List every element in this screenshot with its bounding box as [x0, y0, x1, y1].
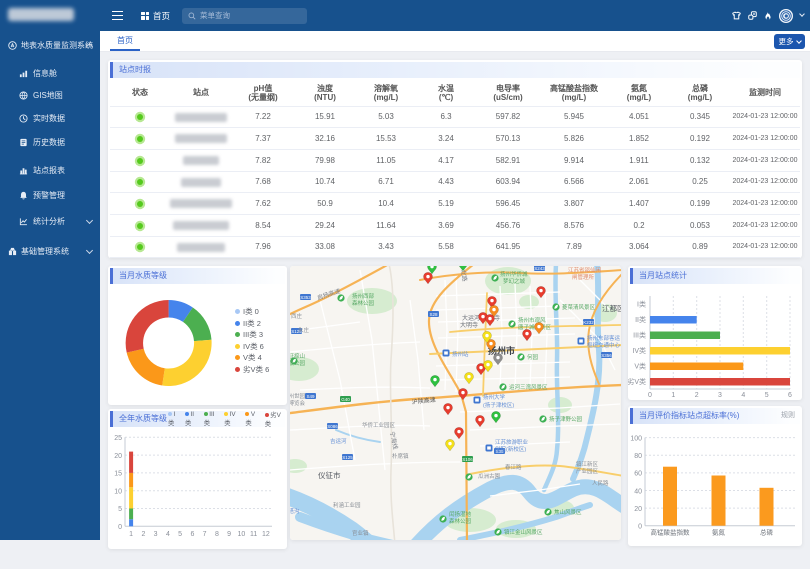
svg-text:8: 8 — [215, 531, 219, 538]
svg-text:仪征捺山: 仪征捺山 — [290, 352, 305, 360]
svg-text:扬州站: 扬州站 — [452, 350, 469, 358]
svg-text:瓜洲古園: 瓜洲古園 — [478, 472, 501, 480]
svg-text:S086: S086 — [327, 424, 338, 429]
svg-text:(扬子津校区): (扬子津校区) — [483, 401, 514, 409]
svg-text:江苏旅游职业: 江苏旅游职业 — [495, 438, 529, 446]
svg-text:5: 5 — [178, 531, 182, 538]
svg-text:扬州西部: 扬州西部 — [352, 292, 375, 300]
svg-text:镇江新区: 镇江新区 — [576, 460, 599, 468]
svg-text:学院(新校区): 学院(新校区) — [495, 445, 526, 453]
svg-text:吉运河: 吉运河 — [330, 437, 347, 445]
svg-text:6: 6 — [190, 531, 194, 538]
svg-text:20: 20 — [114, 453, 122, 460]
svg-text:华侨工业园区: 华侨工业园区 — [362, 421, 396, 429]
svg-text:7: 7 — [203, 531, 207, 538]
svg-text:春江路: 春江路 — [505, 463, 522, 471]
svg-text:5: 5 — [765, 392, 769, 399]
svg-text:40: 40 — [634, 488, 642, 495]
svg-text:3: 3 — [718, 392, 722, 399]
svg-text:枢纽交通中心: 枢纽交通中心 — [587, 341, 621, 349]
svg-text:25: 25 — [114, 435, 122, 442]
svg-text:3: 3 — [154, 531, 158, 538]
svg-text:4: 4 — [741, 392, 745, 399]
svg-text:菱菜清风景区: 菱菜清风景区 — [562, 303, 596, 311]
svg-text:西庄: 西庄 — [291, 312, 303, 320]
svg-text:S106: S106 — [462, 457, 473, 462]
svg-text:朱庄: 朱庄 — [298, 326, 310, 334]
svg-text:4: 4 — [166, 531, 170, 538]
svg-text:扬州世园: 扬州世园 — [290, 392, 306, 400]
svg-text:江都区: 江都区 — [602, 304, 621, 313]
svg-text:S49: S49 — [306, 394, 315, 399]
svg-text:何园: 何园 — [527, 353, 539, 361]
svg-text:地景公园: 地景公园 — [290, 359, 306, 367]
svg-text:11: 11 — [250, 531, 257, 538]
svg-text:6: 6 — [788, 392, 792, 399]
svg-text:20: 20 — [634, 506, 642, 513]
svg-text:人民路: 人民路 — [592, 479, 609, 487]
svg-text:艺博览会: 艺博览会 — [290, 399, 306, 407]
svg-text:5: 5 — [118, 506, 122, 513]
svg-text:10: 10 — [238, 531, 246, 538]
svg-text:1: 1 — [671, 392, 675, 399]
svg-text:扬州大学: 扬州大学 — [483, 393, 506, 401]
svg-text:S243: S243 — [534, 266, 545, 271]
svg-text:扬子津野公园: 扬子津野公园 — [549, 415, 583, 423]
svg-text:总磷: 总磷 — [760, 528, 774, 537]
svg-text:江苏省邵仙闲: 江苏省邵仙闲 — [568, 266, 602, 274]
svg-text:IV类: IV类 — [632, 346, 646, 355]
svg-text:I类: I类 — [637, 300, 646, 309]
svg-text:9: 9 — [227, 531, 231, 538]
svg-text:森林公园: 森林公园 — [449, 517, 472, 525]
svg-text:闸管理所: 闸管理所 — [572, 273, 595, 281]
svg-text:劣V类: 劣V类 — [628, 377, 646, 386]
svg-text:产业园区: 产业园区 — [576, 467, 599, 475]
svg-text:12: 12 — [262, 531, 270, 538]
svg-text:利涵工业园: 利涵工业园 — [333, 501, 361, 509]
svg-text:0: 0 — [118, 524, 122, 531]
svg-text:2: 2 — [141, 531, 145, 538]
svg-text:梦幻之城: 梦幻之城 — [503, 277, 526, 285]
svg-text:S28: S28 — [429, 312, 438, 317]
svg-text:0: 0 — [638, 524, 642, 531]
svg-text:S125: S125 — [342, 455, 353, 460]
svg-text:焦山风景区: 焦山风景区 — [554, 508, 582, 516]
svg-text:K232: K232 — [583, 320, 594, 325]
svg-text:森林公园: 森林公园 — [352, 299, 375, 307]
svg-text:镇江金山风景区: 镇江金山风景区 — [504, 528, 543, 536]
svg-text:1: 1 — [129, 531, 133, 538]
svg-text:扬州市观风: 扬州市观风 — [518, 316, 546, 324]
svg-text:高锰酸盐指数: 高锰酸盐指数 — [651, 528, 691, 537]
svg-text:II类: II类 — [635, 315, 646, 324]
svg-text:闰扬湿地: 闰扬湿地 — [449, 510, 472, 518]
svg-text:60: 60 — [634, 471, 642, 478]
svg-text:扬州华侨城: 扬州华侨城 — [500, 270, 528, 278]
svg-text:官业镇: 官业镇 — [352, 529, 369, 537]
svg-text:S356: S356 — [601, 353, 612, 358]
svg-text:朴席镇: 朴席镇 — [392, 452, 409, 460]
svg-text:0: 0 — [648, 392, 652, 399]
svg-text:扬州东部客运: 扬州东部客运 — [587, 334, 621, 342]
svg-text:仪征市: 仪征市 — [318, 470, 341, 480]
svg-text:乌塔沟: 乌塔沟 — [290, 507, 300, 515]
svg-text:2: 2 — [695, 392, 699, 399]
svg-text:大明寺: 大明寺 — [460, 321, 478, 329]
svg-text:80: 80 — [634, 453, 642, 460]
svg-text:V类: V类 — [634, 362, 646, 371]
svg-text:10: 10 — [114, 488, 122, 495]
svg-text:III类: III类 — [633, 331, 646, 340]
svg-text:G40: G40 — [341, 397, 350, 402]
svg-text:100: 100 — [630, 435, 642, 442]
svg-text:氨氮: 氨氮 — [712, 528, 726, 537]
svg-text:15: 15 — [114, 471, 122, 478]
svg-text:运河三湾风景区: 运河三湾风景区 — [509, 383, 548, 391]
svg-text:S353: S353 — [300, 295, 311, 300]
